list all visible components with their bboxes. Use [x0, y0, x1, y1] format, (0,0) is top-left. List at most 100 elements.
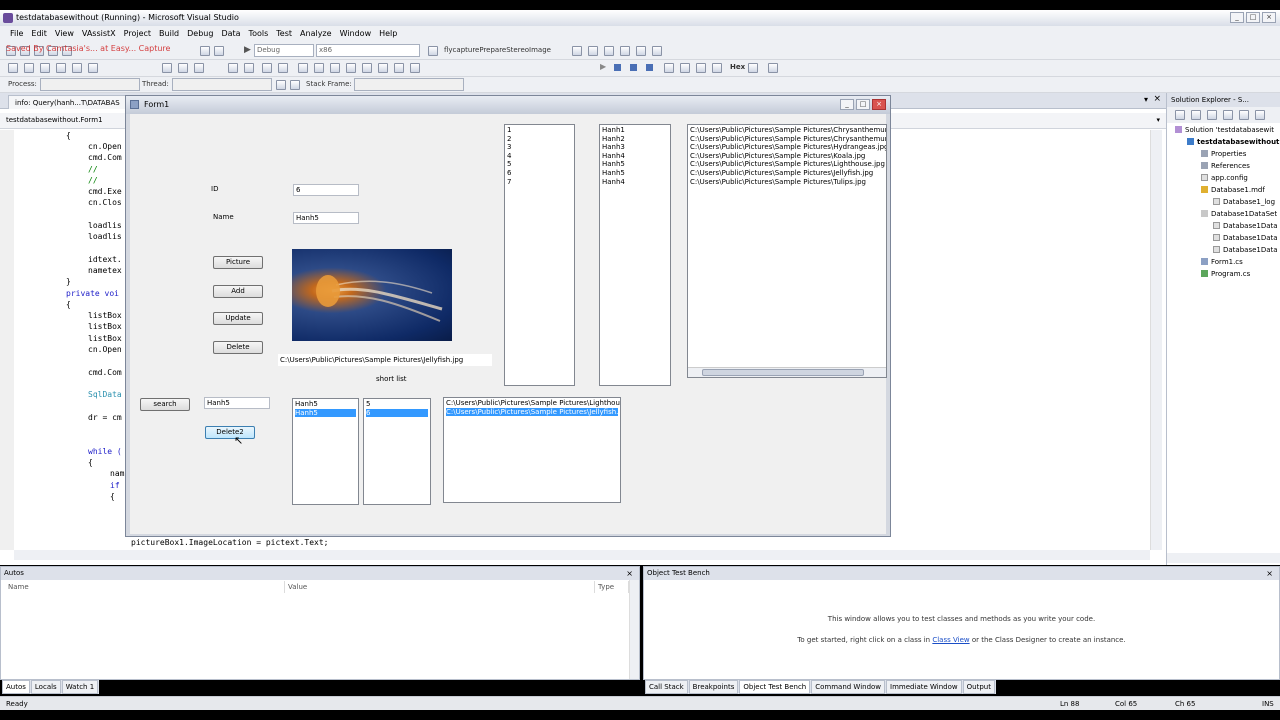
stack-frame-combo[interactable] — [354, 78, 464, 91]
list-item[interactable]: 3 — [507, 143, 572, 152]
tab-command-window[interactable]: Command Window — [811, 680, 886, 694]
close-tab-icon[interactable]: × — [1153, 94, 1161, 104]
filter-icon[interactable] — [276, 80, 286, 90]
list-item[interactable]: 5 — [366, 400, 428, 409]
list-item[interactable]: 2 — [507, 135, 572, 144]
process-combo[interactable] — [40, 78, 140, 91]
minimize-button[interactable]: _ — [1230, 12, 1244, 23]
class-combo[interactable]: testdatabasewithout.Form1 — [6, 116, 103, 124]
toolbar-icon[interactable] — [88, 63, 98, 73]
refresh-icon[interactable] — [1207, 110, 1217, 120]
close-pane-icon[interactable]: × — [1266, 567, 1273, 580]
menu-debug[interactable]: Debug — [183, 26, 217, 42]
find-icon[interactable] — [428, 46, 438, 56]
startup-project-label[interactable]: flycapturePrepareStereoImage — [444, 44, 551, 57]
value-column-header[interactable]: Value — [285, 581, 595, 593]
close-pane-icon[interactable]: × — [626, 567, 633, 580]
step-into-icon[interactable] — [680, 63, 690, 73]
list-item[interactable]: C:\Users\Public\Pictures\Sample Pictures… — [690, 178, 884, 187]
list-item[interactable]: 5 — [507, 160, 572, 169]
autos-scrollbar[interactable] — [629, 580, 639, 679]
list-item[interactable]: Hanh5 — [295, 400, 356, 409]
list-item[interactable]: Hanh2 — [602, 135, 668, 144]
update-button[interactable]: Update — [213, 312, 263, 325]
id-listbox[interactable]: 1 2 3 4 5 6 7 — [504, 124, 575, 386]
continue-icon[interactable]: ▶ — [600, 62, 606, 71]
bookmark-icon[interactable] — [298, 63, 308, 73]
configuration-combo[interactable]: Debug — [254, 44, 314, 57]
list-item-selected[interactable]: C:\Users\Public\Pictures\Sample Pictures… — [446, 407, 620, 417]
hex-display-button[interactable]: Hex — [730, 61, 745, 74]
solution-explorer-icon[interactable] — [572, 46, 582, 56]
tree-item-dataset-file[interactable]: Database1Data — [1213, 246, 1278, 254]
tree-item-database-mdf[interactable]: Database1.mdf — [1201, 186, 1265, 194]
search-button[interactable]: search — [140, 398, 190, 411]
list-item[interactable]: Hanh4 — [602, 178, 668, 187]
maximize-button[interactable]: □ — [1246, 12, 1260, 23]
list-item-selected[interactable]: 6 — [366, 408, 428, 418]
names-listbox[interactable]: Hanh1 Hanh2 Hanh3 Hanh4 Hanh5 Hanh5 Hanh… — [599, 124, 671, 386]
view-class-diagram-icon[interactable] — [1255, 110, 1265, 120]
step-out-icon[interactable] — [712, 63, 722, 73]
tab-object-test-bench[interactable]: Object Test Bench — [739, 680, 811, 694]
flag-icon[interactable] — [290, 80, 300, 90]
menu-edit[interactable]: Edit — [27, 26, 51, 42]
delete2-button[interactable]: Delete2 — [205, 426, 255, 439]
toolbar-icon[interactable] — [346, 63, 356, 73]
menu-data[interactable]: Data — [217, 26, 244, 42]
tree-item-dataset-file[interactable]: Database1Data — [1213, 234, 1278, 242]
thread-combo[interactable] — [172, 78, 272, 91]
list-item[interactable]: Hanh1 — [602, 126, 668, 135]
picture-button[interactable]: Picture — [213, 256, 263, 269]
menu-build[interactable]: Build — [155, 26, 183, 42]
solution-explorer-scrollbar[interactable] — [1167, 553, 1280, 563]
indent-icon[interactable] — [228, 63, 238, 73]
menu-project[interactable]: Project — [120, 26, 155, 42]
menu-help[interactable]: Help — [375, 26, 401, 42]
toolbar-icon[interactable] — [24, 63, 34, 73]
tab-locals[interactable]: Locals — [30, 680, 61, 694]
editor-vertical-scrollbar[interactable] — [1150, 130, 1162, 550]
image-path-textbox[interactable]: C:\Users\Public\Pictures\Sample Pictures… — [278, 354, 492, 366]
tree-item-dataset-file[interactable]: Database1Data — [1213, 222, 1278, 230]
step-over-icon[interactable] — [696, 63, 706, 73]
bookmark-prev-icon[interactable] — [314, 63, 324, 73]
list-item[interactable]: 6 — [507, 169, 572, 178]
view-designer-icon[interactable] — [1239, 110, 1249, 120]
name-column-header[interactable]: Name — [5, 581, 285, 593]
toolbox-icon[interactable] — [604, 46, 614, 56]
member-combo-arrow-icon[interactable]: ▾ — [1156, 116, 1160, 124]
tab-list-icon[interactable]: ▾ — [1144, 95, 1148, 104]
paths-listbox[interactable]: C:\Users\Public\Pictures\Sample Pictures… — [687, 124, 887, 378]
list-item[interactable]: 1 — [507, 126, 572, 135]
tab-breakpoints[interactable]: Breakpoints — [688, 680, 739, 694]
list-item[interactable]: C:\Users\Public\Pictures\Sample Pictures… — [690, 152, 884, 161]
editor-horizontal-scrollbar[interactable] — [14, 550, 1150, 560]
add-button[interactable]: Add — [213, 285, 263, 298]
paths-listbox-hscrollbar[interactable] — [688, 367, 886, 377]
toolbar-icon[interactable] — [194, 63, 204, 73]
menu-tools[interactable]: Tools — [245, 26, 273, 42]
short-paths-listbox[interactable]: C:\Users\Public\Pictures\Sample Pictures… — [443, 397, 621, 503]
search-textbox[interactable]: Hanh5 — [204, 397, 270, 409]
list-item[interactable]: C:\Users\Public\Pictures\Sample Pictures… — [690, 169, 884, 178]
close-button[interactable]: × — [1262, 12, 1276, 23]
tree-item-solution[interactable]: Solution 'testdatabasewit — [1175, 126, 1274, 134]
menu-view[interactable]: View — [51, 26, 78, 42]
list-item[interactable]: C:\Users\Public\Pictures\Sample Pictures… — [690, 160, 885, 169]
class-view-link[interactable]: Class View — [932, 636, 969, 644]
start-debugging-icon[interactable]: ▶ — [244, 45, 251, 55]
list-item[interactable]: 4 — [507, 152, 572, 161]
id-textbox[interactable]: 6 — [293, 184, 359, 196]
comment-icon[interactable] — [262, 63, 272, 73]
list-item[interactable]: C:\Users\Public\Pictures\Sample Pictures… — [446, 399, 620, 408]
toolbar-icon[interactable] — [8, 63, 18, 73]
form-close-button[interactable]: × — [872, 99, 886, 110]
restart-icon[interactable] — [646, 64, 653, 71]
list-item[interactable]: 7 — [507, 178, 572, 187]
short-ids-listbox[interactable]: 5 6 — [363, 398, 431, 505]
toolbar-icon[interactable] — [56, 63, 66, 73]
bookmark-next-icon[interactable] — [330, 63, 340, 73]
tree-item-dataset[interactable]: Database1DataSet — [1201, 210, 1277, 218]
redo-icon[interactable] — [214, 46, 224, 56]
